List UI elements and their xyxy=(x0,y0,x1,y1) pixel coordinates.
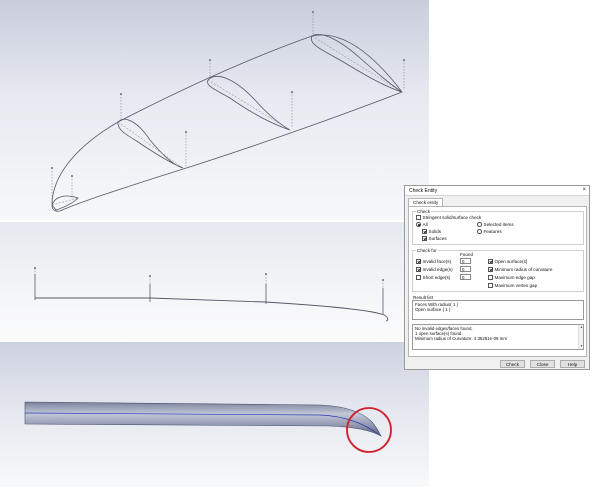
min-radius-label: Minimum radius of curvature xyxy=(494,267,553,272)
max-edge-gap-label: Maximum edge gap xyxy=(494,275,535,280)
check-button[interactable]: Check xyxy=(500,360,525,368)
checkbox-icon[interactable] xyxy=(416,267,421,272)
checkbox-icon[interactable] xyxy=(416,275,421,280)
surfaces-label: Surfaces xyxy=(428,236,447,241)
all-radio-row[interactable]: All xyxy=(416,222,428,227)
open-surfaces-row[interactable]: Open surface(s) xyxy=(488,259,527,264)
summary-scrollbar[interactable]: ▲ ▼ xyxy=(578,325,583,349)
check-group-label: Check xyxy=(416,209,432,214)
invalid-faces-label: Invalid face(s) xyxy=(422,259,452,264)
result-list-box[interactable]: Faces With radius( 1 ) Open surface ( 1 … xyxy=(412,300,584,320)
found-header: Found xyxy=(460,252,474,257)
summary-box: No invalid edges/faces found. 1 open sur… xyxy=(412,324,584,350)
stringent-check-row[interactable]: Stringent solid/surface check xyxy=(416,215,481,220)
wing-wireframe-isometric xyxy=(51,11,405,212)
invalid-edges-row[interactable]: Invalid edge(s) xyxy=(416,267,453,272)
close-button[interactable]: Close xyxy=(530,360,555,368)
features-label: Features xyxy=(483,229,502,234)
tab-check-entity[interactable]: Check entity xyxy=(408,198,444,206)
solids-check-row[interactable]: Solids xyxy=(422,229,441,234)
summary-line: Minimum radius of Curvature: 4.35251e-09… xyxy=(415,336,507,342)
invalid-edges-found: 0 xyxy=(460,266,471,272)
help-button[interactable]: Help xyxy=(560,360,585,368)
check-for-group: Check for Found Invalid face(s) 0 Invali… xyxy=(412,248,584,292)
features-radio-row[interactable]: Features xyxy=(477,229,502,234)
wing-wireframe-side xyxy=(34,267,389,322)
radio-icon[interactable] xyxy=(477,222,482,227)
checkbox-icon[interactable] xyxy=(422,236,427,241)
invalid-faces-row[interactable]: Invalid face(s) xyxy=(416,259,451,264)
checkbox-icon[interactable] xyxy=(488,283,493,288)
dialog-body: Check Stringent solid/surface check All … xyxy=(408,206,587,357)
check-group: Check Stringent solid/surface check All … xyxy=(412,209,584,245)
checkbox-icon[interactable] xyxy=(416,259,421,264)
invalid-edges-label: Invalid edge(s) xyxy=(422,267,453,272)
selected-items-label: Selected items xyxy=(483,222,514,227)
viewport-shaded[interactable] xyxy=(0,342,429,487)
max-vertex-gap-row[interactable]: Maximum vertex gap xyxy=(488,283,537,288)
scroll-down-icon[interactable]: ▼ xyxy=(580,344,583,349)
checkbox-icon[interactable] xyxy=(416,215,421,220)
radio-icon[interactable] xyxy=(416,222,421,227)
all-radio-label: All xyxy=(422,222,428,227)
max-edge-gap-row[interactable]: Maximum edge gap xyxy=(488,275,535,280)
invalid-faces-found: 0 xyxy=(460,258,471,264)
checkbox-icon[interactable] xyxy=(488,259,493,264)
short-edges-found: 0 xyxy=(460,274,471,280)
open-surfaces-label: Open surface(s) xyxy=(494,259,528,264)
checkbox-icon[interactable] xyxy=(488,267,493,272)
short-edges-label: Short edge(s) xyxy=(422,275,451,280)
dialog-titlebar[interactable]: Check Entity × xyxy=(405,186,589,196)
viewport-isometric[interactable] xyxy=(0,0,429,220)
dialog-tabbar: Check entity xyxy=(408,198,444,206)
close-icon[interactable]: × xyxy=(582,187,586,193)
check-for-label: Check for xyxy=(416,248,438,253)
checkbox-icon[interactable] xyxy=(422,229,427,234)
max-vertex-gap-label: Maximum vertex gap xyxy=(494,283,538,288)
wing-shaded-surface xyxy=(24,401,392,453)
short-edges-row[interactable]: Short edge(s) xyxy=(416,275,450,280)
result-list-item[interactable]: Open surface ( 1 ) xyxy=(415,307,581,312)
check-entity-dialog: Check Entity × Check entity Check String… xyxy=(404,185,590,370)
solids-label: Solids xyxy=(428,229,442,234)
surfaces-check-row[interactable]: Surfaces xyxy=(422,236,447,241)
selected-items-radio-row[interactable]: Selected items xyxy=(477,222,514,227)
stringent-check-label: Stringent solid/surface check xyxy=(422,215,482,220)
dialog-title: Check Entity xyxy=(409,188,438,194)
viewport-side[interactable] xyxy=(0,222,429,340)
min-radius-row[interactable]: Minimum radius of curvature xyxy=(488,267,552,272)
radio-icon[interactable] xyxy=(477,229,482,234)
scroll-up-icon[interactable]: ▲ xyxy=(580,325,583,330)
checkbox-icon[interactable] xyxy=(488,275,493,280)
